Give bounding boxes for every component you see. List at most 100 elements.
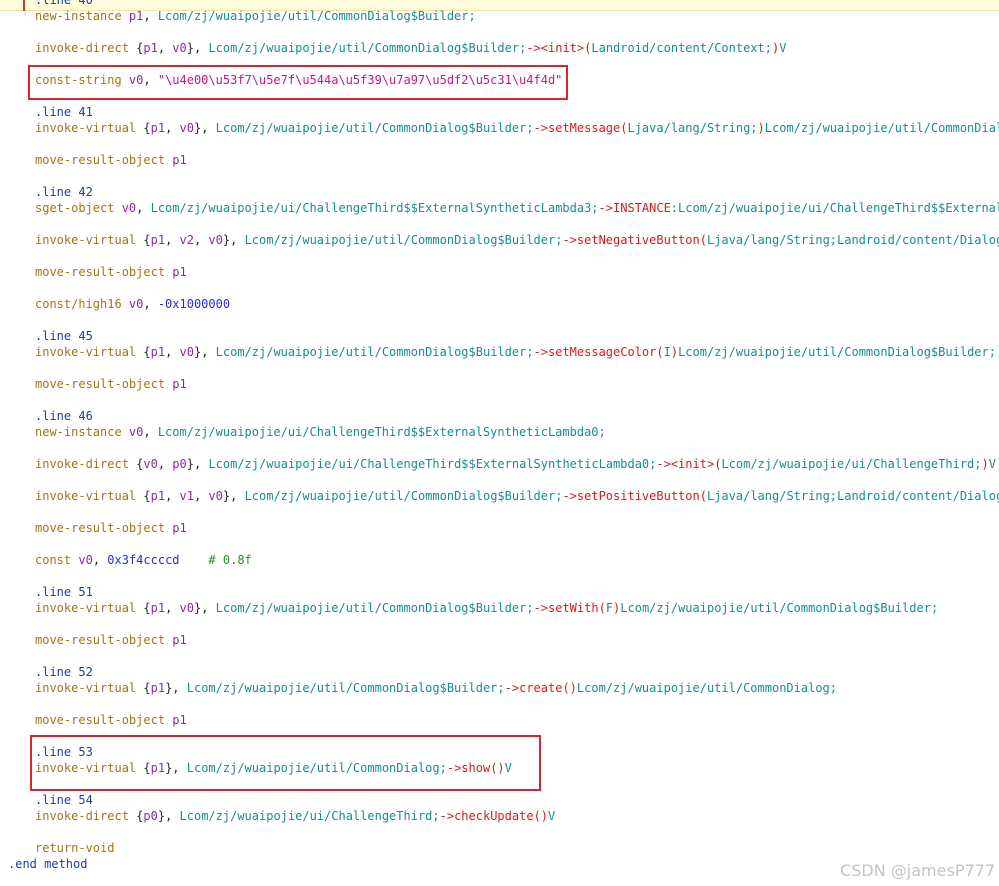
code-token: Lcom/zj/wuaipojie/util/CommonDialog$Buil… [215, 345, 534, 359]
code-token: invoke-virtual [35, 345, 144, 359]
code-token: const-string [35, 73, 129, 87]
code-line: sget-object v0, Lcom/zj/wuaipojie/ui/Cha… [35, 200, 999, 216]
code-token: ( [598, 601, 606, 615]
code-token: v0 [208, 489, 223, 503]
code-token: Ljava/lang/String; [627, 121, 758, 135]
code-token: Lcom/zj/wuaipojie/ui/ChallengeThird$$Ext… [208, 457, 657, 471]
code-token: , [157, 41, 173, 55]
code-token: setMessageColor [548, 345, 657, 359]
code-line: invoke-direct {p1, v0}, Lcom/zj/wuaipoji… [35, 40, 786, 56]
code-token: v0 [208, 233, 223, 247]
code-token: V [504, 761, 512, 775]
code-token: setNegativeButton [576, 233, 700, 247]
code-token: .line 51 [35, 585, 93, 599]
code-token: show [461, 761, 491, 775]
code-token: , [165, 121, 180, 135]
code-line: invoke-virtual {p1}, Lcom/zj/wuaipojie/u… [35, 680, 837, 696]
code-token: , [193, 41, 209, 55]
code-line: move-result-object p1 [35, 712, 187, 728]
code-token: v1 [179, 489, 194, 503]
watermark: CSDN @jamesP777 [840, 861, 995, 880]
code-token: p1 [143, 41, 158, 55]
code-token: p1 [150, 761, 166, 775]
code-token: setPositiveButton [576, 489, 700, 503]
code-token: move-result-object [35, 153, 173, 167]
code-token: -> [562, 489, 577, 503]
code-line: move-result-object p1 [35, 376, 187, 392]
code-token: p0 [172, 457, 187, 471]
code-token: invoke-virtual [35, 601, 144, 615]
code-token: p1 [128, 9, 144, 23]
code-token: -> [533, 345, 548, 359]
code-token: , [136, 201, 151, 215]
code-token: invoke-virtual [35, 681, 144, 695]
code-line: invoke-virtual {p1, v0}, Lcom/zj/wuaipoj… [35, 600, 938, 616]
code-token: { [143, 233, 151, 247]
code-line: .end method [8, 856, 87, 872]
code-token: Lcom/zj/wuaipojie/util/CommonDialog$Buil… [157, 9, 476, 23]
code-line: .line 42 [35, 184, 93, 200]
code-token: , [143, 297, 158, 311]
code-token: , [143, 73, 158, 87]
code-token: invoke-direct [35, 41, 137, 55]
code-token: Lcom/zj/wuaipojie/ui/ChallengeThird$$Ext… [157, 425, 606, 439]
code-line: move-result-object p1 [35, 520, 187, 536]
code-token: Landroid/content/Context; [591, 41, 772, 55]
code-token: , [157, 457, 173, 471]
code-token: invoke-virtual [35, 121, 144, 135]
code-token: V [779, 41, 787, 55]
code-token: V [548, 809, 556, 823]
smali-code-viewer: .line 40 new-instance p1, Lcom/zj/wuaipo… [0, 0, 999, 886]
code-token: const/high16 [35, 297, 129, 311]
code-token: .line 42 [35, 185, 93, 199]
code-token: , [230, 489, 245, 503]
code-token: move-result-object [35, 713, 173, 727]
code-token: p1 [150, 681, 166, 695]
code-token: move-result-object [35, 265, 173, 279]
code-token: , [165, 233, 180, 247]
code-token: } [186, 457, 194, 471]
code-token: invoke-virtual [35, 489, 144, 503]
code-line: .line 46 [35, 408, 93, 424]
code-token: p1 [172, 377, 187, 391]
code-token: p1 [172, 713, 187, 727]
code-token: { [143, 121, 151, 135]
code-token: F [605, 601, 614, 615]
code-token: , [193, 457, 209, 471]
partial-line-header: .line 40 [35, 0, 93, 7]
code-token: { [143, 601, 151, 615]
code-line: new-instance p1, Lcom/zj/wuaipojie/util/… [35, 8, 476, 24]
code-token: create [519, 681, 563, 695]
code-token: sget-object [35, 201, 122, 215]
code-token: .end method [8, 857, 88, 871]
code-token: Lcom/zj/wuaipojie/ui/ChallengeThird; [179, 809, 440, 823]
code-token: ( [699, 489, 707, 503]
code-token: v0 [179, 121, 194, 135]
code-token: , [201, 345, 216, 359]
code-line: .line 45 [35, 328, 93, 344]
code-token: .line 53 [35, 745, 93, 759]
code-token: -> [533, 601, 548, 615]
code-token: v0 [172, 41, 187, 55]
code-token: v0 [78, 553, 93, 567]
code-token: , [201, 601, 216, 615]
code-token: -> [533, 121, 548, 135]
code-token: -0x1000000 [157, 297, 231, 311]
text-caret [23, 0, 25, 11]
code-token: , [172, 681, 187, 695]
code-token: , [193, 233, 209, 247]
code-line: invoke-virtual {p1, v2, v0}, Lcom/zj/wua… [35, 232, 999, 248]
code-token: 0x3f4ccccd [107, 553, 180, 567]
code-line: invoke-virtual {p1, v1, v0}, Lcom/zj/wua… [35, 488, 999, 504]
code-token: invoke-virtual [35, 761, 144, 775]
code-token: () [562, 681, 577, 695]
code-line: .line 51 [35, 584, 93, 600]
code-token: Lcom/zj/wuaipojie/util/CommonDialog$Buil… [215, 601, 534, 615]
code-token: () [490, 761, 505, 775]
code-line: .line 53 [35, 744, 93, 760]
code-token: checkUpdate [454, 809, 534, 823]
code-token: return-void [35, 841, 115, 855]
code-token: .line 52 [35, 665, 93, 679]
code-token: p1 [150, 345, 166, 359]
